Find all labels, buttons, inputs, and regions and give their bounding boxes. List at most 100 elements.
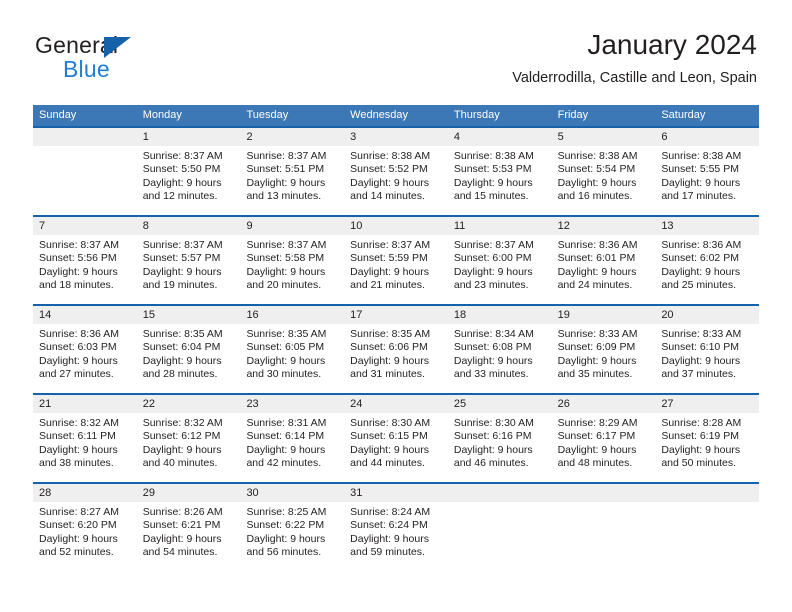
day-number: 29 (136, 484, 241, 502)
day-number (551, 484, 656, 502)
day-cell[interactable]: 19 Sunrise: 8:33 AM Sunset: 6:09 PM Dayl… (551, 306, 656, 393)
sunset-text: Sunset: 6:22 PM (246, 519, 325, 532)
sunrise-text: Sunrise: 8:32 AM (142, 417, 223, 429)
day-cell[interactable]: 16 Sunrise: 8:35 AM Sunset: 6:05 PM Dayl… (240, 306, 345, 393)
sunrise-text: Sunrise: 8:37 AM (350, 239, 431, 251)
sunset-text: Sunset: 6:09 PM (557, 341, 636, 354)
page-subtitle: Valderrodilla, Castille and Leon, Spain (512, 70, 757, 86)
sunrise-text: Sunrise: 8:35 AM (350, 328, 431, 340)
day-info: Sunrise: 8:35 AM Sunset: 6:04 PM Dayligh… (137, 324, 241, 382)
daylight-text-line2: and 28 minutes. (142, 368, 218, 381)
day-cell[interactable]: 29 Sunrise: 8:26 AM Sunset: 6:21 PM Dayl… (136, 484, 241, 571)
day-info: Sunrise: 8:26 AM Sunset: 6:21 PM Dayligh… (137, 502, 241, 560)
day-cell[interactable]: 11 Sunrise: 8:37 AM Sunset: 6:00 PM Dayl… (447, 217, 552, 304)
title-block: January 2024 Valderrodilla, Castille and… (512, 28, 757, 88)
daylight-text-line1: Daylight: 9 hours (246, 265, 326, 278)
weekday-header-sunday: Sunday (39, 109, 77, 121)
sunset-text: Sunset: 5:50 PM (142, 163, 221, 176)
sunrise-text: Sunrise: 8:37 AM (246, 239, 327, 251)
sunrise-text: Sunrise: 8:37 AM (142, 150, 223, 162)
day-cell[interactable]: 13 Sunrise: 8:36 AM Sunset: 6:02 PM Dayl… (655, 217, 760, 304)
day-info: Sunrise: 8:37 AM Sunset: 5:50 PM Dayligh… (137, 146, 241, 204)
day-number: 27 (655, 395, 760, 413)
daylight-text-line1: Daylight: 9 hours (39, 532, 118, 545)
day-info: Sunrise: 8:38 AM Sunset: 5:52 PM Dayligh… (344, 146, 448, 204)
day-cell[interactable]: 15 Sunrise: 8:35 AM Sunset: 6:04 PM Dayl… (136, 306, 241, 393)
day-cell[interactable]: 3 Sunrise: 8:38 AM Sunset: 5:52 PM Dayli… (344, 128, 448, 215)
sunset-text: Sunset: 6:21 PM (142, 519, 221, 532)
daylight-text-line1: Daylight: 9 hours (39, 265, 118, 278)
day-cell[interactable]: 26 Sunrise: 8:29 AM Sunset: 6:17 PM Dayl… (551, 395, 656, 482)
day-cell[interactable]: 25 Sunrise: 8:30 AM Sunset: 6:16 PM Dayl… (447, 395, 552, 482)
day-cell[interactable]: 7 Sunrise: 8:37 AM Sunset: 5:56 PM Dayli… (33, 217, 137, 304)
day-cell[interactable]: 31 Sunrise: 8:24 AM Sunset: 6:24 PM Dayl… (344, 484, 448, 571)
sunrise-text: Sunrise: 8:37 AM (246, 150, 327, 162)
day-number: 4 (447, 128, 552, 146)
day-number: 26 (551, 395, 656, 413)
day-number: 30 (240, 484, 345, 502)
day-cell[interactable]: 9 Sunrise: 8:37 AM Sunset: 5:58 PM Dayli… (240, 217, 345, 304)
day-cell[interactable]: 14 Sunrise: 8:36 AM Sunset: 6:03 PM Dayl… (33, 306, 137, 393)
day-cell[interactable]: 24 Sunrise: 8:30 AM Sunset: 6:15 PM Dayl… (344, 395, 448, 482)
sunrise-text: Sunrise: 8:36 AM (661, 239, 742, 251)
day-cell[interactable]: 20 Sunrise: 8:33 AM Sunset: 6:10 PM Dayl… (655, 306, 760, 393)
day-cell[interactable]: 28 Sunrise: 8:27 AM Sunset: 6:20 PM Dayl… (33, 484, 137, 571)
day-cell[interactable]: 10 Sunrise: 8:37 AM Sunset: 5:59 PM Dayl… (344, 217, 448, 304)
day-cell[interactable]: 30 Sunrise: 8:25 AM Sunset: 6:22 PM Dayl… (240, 484, 345, 571)
day-cell[interactable]: 23 Sunrise: 8:31 AM Sunset: 6:14 PM Dayl… (240, 395, 345, 482)
sunrise-text: Sunrise: 8:36 AM (39, 328, 119, 340)
day-cell[interactable] (447, 484, 552, 571)
day-cell[interactable]: 17 Sunrise: 8:35 AM Sunset: 6:06 PM Dayl… (344, 306, 448, 393)
sunset-text: Sunset: 6:08 PM (453, 341, 532, 354)
daylight-text-line2: and 25 minutes. (661, 279, 737, 292)
day-cell[interactable] (655, 484, 760, 571)
daylight-text-line2: and 12 minutes. (142, 190, 218, 203)
day-info: Sunrise: 8:37 AM Sunset: 5:59 PM Dayligh… (344, 235, 448, 293)
day-cell[interactable]: 18 Sunrise: 8:34 AM Sunset: 6:08 PM Dayl… (447, 306, 552, 393)
sunset-text: Sunset: 6:15 PM (350, 430, 428, 443)
daylight-text-line1: Daylight: 9 hours (661, 354, 741, 367)
day-info: Sunrise: 8:33 AM Sunset: 6:10 PM Dayligh… (655, 324, 759, 382)
daylight-text-line1: Daylight: 9 hours (557, 443, 637, 456)
sunrise-text: Sunrise: 8:30 AM (453, 417, 534, 429)
daylight-text-line2: and 56 minutes. (246, 546, 322, 559)
day-number: 5 (551, 128, 656, 146)
day-cell[interactable]: 4 Sunrise: 8:38 AM Sunset: 5:53 PM Dayli… (447, 128, 552, 215)
weekday-header-monday: Monday (142, 109, 182, 121)
daylight-text-line1: Daylight: 9 hours (142, 443, 222, 456)
sunset-text: Sunset: 5:51 PM (246, 163, 325, 176)
daylight-text-line2: and 27 minutes. (39, 368, 114, 381)
page-header: General Blue January 2024 Valderrodilla,… (0, 0, 792, 100)
sunrise-text: Sunrise: 8:26 AM (142, 506, 223, 518)
day-info: Sunrise: 8:37 AM Sunset: 5:51 PM Dayligh… (240, 146, 344, 204)
day-cell[interactable] (551, 484, 656, 571)
day-number: 23 (240, 395, 345, 413)
day-info: Sunrise: 8:38 AM Sunset: 5:54 PM Dayligh… (552, 146, 656, 204)
daylight-text-line1: Daylight: 9 hours (142, 265, 222, 278)
sunset-text: Sunset: 6:14 PM (246, 430, 325, 443)
day-info: Sunrise: 8:32 AM Sunset: 6:12 PM Dayligh… (137, 413, 241, 471)
sunset-text: Sunset: 6:24 PM (350, 519, 428, 532)
day-cell[interactable] (33, 128, 137, 215)
daylight-text-line1: Daylight: 9 hours (350, 532, 429, 545)
day-cell[interactable]: 5 Sunrise: 8:38 AM Sunset: 5:54 PM Dayli… (551, 128, 656, 215)
daylight-text-line2: and 37 minutes. (661, 368, 737, 381)
day-cell[interactable]: 6 Sunrise: 8:38 AM Sunset: 5:55 PM Dayli… (655, 128, 760, 215)
sunrise-text: Sunrise: 8:36 AM (557, 239, 638, 251)
day-cell[interactable]: 22 Sunrise: 8:32 AM Sunset: 6:12 PM Dayl… (136, 395, 241, 482)
daylight-text-line1: Daylight: 9 hours (453, 265, 533, 278)
day-cell[interactable]: 12 Sunrise: 8:36 AM Sunset: 6:01 PM Dayl… (551, 217, 656, 304)
day-info: Sunrise: 8:37 AM Sunset: 5:58 PM Dayligh… (240, 235, 344, 293)
day-cell[interactable]: 8 Sunrise: 8:37 AM Sunset: 5:57 PM Dayli… (136, 217, 241, 304)
daylight-text-line2: and 18 minutes. (39, 279, 114, 292)
day-cell[interactable]: 21 Sunrise: 8:32 AM Sunset: 6:11 PM Dayl… (33, 395, 137, 482)
day-info: Sunrise: 8:38 AM Sunset: 5:55 PM Dayligh… (655, 146, 759, 204)
day-cell[interactable]: 1 Sunrise: 8:37 AM Sunset: 5:50 PM Dayli… (136, 128, 241, 215)
sunrise-text: Sunrise: 8:37 AM (142, 239, 223, 251)
day-cell[interactable]: 2 Sunrise: 8:37 AM Sunset: 5:51 PM Dayli… (240, 128, 345, 215)
daylight-text-line1: Daylight: 9 hours (661, 443, 741, 456)
general-blue-logo[interactable]: General Blue (35, 32, 255, 84)
day-info: Sunrise: 8:37 AM Sunset: 5:57 PM Dayligh… (137, 235, 241, 293)
day-cell[interactable]: 27 Sunrise: 8:28 AM Sunset: 6:19 PM Dayl… (655, 395, 760, 482)
day-number: 11 (447, 217, 552, 235)
